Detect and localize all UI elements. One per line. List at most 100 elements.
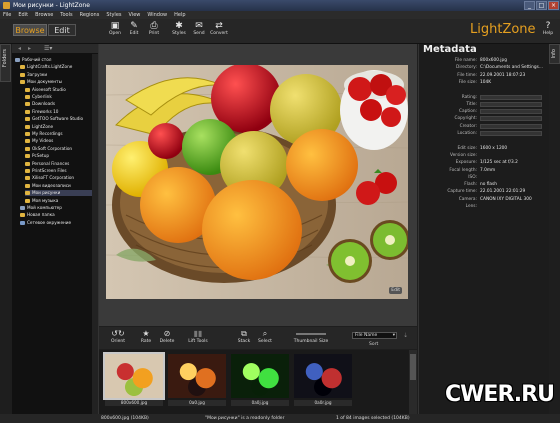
folder-item[interactable]: My Recordings — [25, 131, 92, 137]
metadata-input[interactable] — [480, 109, 542, 115]
metadata-input[interactable] — [480, 116, 542, 122]
minimize-button[interactable]: _ — [524, 1, 535, 10]
maximize-button[interactable]: □ — [536, 1, 547, 10]
scroll-thumb[interactable] — [410, 354, 416, 380]
folder-item[interactable]: PrintScreen Files — [25, 168, 92, 174]
menu-file[interactable]: File — [3, 12, 11, 18]
delete-button[interactable]: ⊘ Delete — [157, 329, 177, 345]
open-button[interactable]: ▣ Open — [105, 21, 125, 41]
thumbnail[interactable]: 0a0.jpg — [168, 354, 226, 410]
browse-mode-button[interactable]: Browse — [13, 24, 47, 36]
metadata-input[interactable] — [480, 94, 542, 100]
menu-styles[interactable]: Styles — [106, 12, 121, 18]
metadata-key: Lens: — [465, 204, 477, 209]
folder-label: Мой компьютер — [27, 205, 62, 210]
folder-item[interactable]: LightZone — [25, 124, 92, 130]
menu-window[interactable]: Window — [147, 12, 167, 18]
print-button[interactable]: ⎙ Print — [144, 21, 164, 41]
close-button[interactable]: × — [548, 1, 559, 10]
edit-mode-button[interactable]: Edit — [48, 24, 76, 36]
folder-item[interactable]: Aiseesoft Studio — [25, 87, 92, 93]
info-side-tab[interactable]: Info — [549, 44, 560, 64]
metadata-row: ISO: — [419, 175, 549, 181]
edit-badge[interactable]: Edit — [389, 287, 402, 294]
folder-label: Cyberlink — [32, 94, 52, 99]
folder-item[interactable]: GetTOO Software Studio — [25, 116, 92, 122]
folder-item[interactable]: Загрузки — [20, 72, 92, 78]
metadata-key: Directory: — [456, 65, 477, 71]
folder-label: Мои документы — [27, 79, 62, 85]
folder-label: PrintScreen Files — [32, 168, 67, 173]
folder-item[interactable]: XilisoFT Corporation — [25, 175, 92, 181]
metadata-row: Edit size: 1600 x 1200 — [419, 146, 549, 152]
folder-item[interactable]: Сетевое окружение — [20, 220, 92, 226]
folder-item[interactable]: Downloads — [25, 101, 92, 107]
edit-icon: ✎ — [130, 21, 138, 31]
select-icon: ⌕ — [262, 329, 268, 338]
computer-icon — [20, 206, 25, 210]
thumbnail-caption: 0a0r.jpg — [294, 400, 352, 406]
folder-item[interactable]: Рабочий стол — [15, 57, 92, 63]
folder-icon — [25, 161, 30, 166]
select-button[interactable]: ⌕ Select — [255, 329, 275, 345]
edit-button[interactable]: ✎ Edit — [124, 21, 144, 41]
folder-item[interactable]: LightCrafts.LightZone — [20, 64, 92, 70]
rate-button[interactable]: ★ Rate — [137, 329, 155, 345]
menu-view[interactable]: View — [129, 12, 141, 18]
folder-label: Моя музыка — [32, 197, 59, 203]
metadata-input[interactable] — [480, 123, 542, 129]
main-photo[interactable]: Edit — [106, 65, 408, 299]
folder-menu-icon[interactable]: ☰▾ — [44, 45, 52, 52]
metadata-key: ISO: — [468, 174, 477, 180]
menu-browse[interactable]: Browse — [35, 12, 53, 18]
menu-tools[interactable]: Tools — [60, 12, 72, 18]
folder-item[interactable]: Cyberlink — [25, 94, 92, 100]
metadata-input[interactable] — [480, 131, 542, 136]
thumbnail-size-slider[interactable] — [296, 332, 326, 335]
delete-icon: ⊘ — [163, 329, 171, 338]
sort-direction-icon[interactable]: ⇣ — [403, 332, 408, 339]
menu-regions[interactable]: Regions — [80, 12, 100, 18]
thumbnail[interactable]: 800x600.jpg — [103, 352, 165, 410]
lift-tools-button[interactable]: ▮▮ Lift Tools — [185, 329, 211, 345]
metadata-key: Location: — [457, 131, 477, 136]
folder-item[interactable]: Fireworks 10 — [25, 109, 92, 115]
convert-button[interactable]: ⇄ Convert — [209, 21, 229, 41]
folder-icon — [25, 176, 30, 181]
folder-item[interactable]: Мои рисунки — [25, 190, 92, 197]
folder-item[interactable]: Моя музыка — [25, 198, 92, 204]
thumbnail[interactable]: 0a0j.jpg — [231, 354, 289, 410]
help-button[interactable]: ? Help — [538, 21, 558, 41]
styles-button[interactable]: ✱ Styles — [169, 21, 189, 41]
folders-side-tab[interactable]: Folders — [0, 44, 11, 82]
metadata-panel: Metadata File name: 800x600.jpg Directory:… — [418, 44, 549, 414]
folder-item[interactable]: PcSetup — [25, 153, 92, 159]
metadata-key: File size: — [458, 79, 477, 85]
folder-item[interactable]: OkSoft Corporation — [25, 146, 92, 152]
forward-icon[interactable]: ▸ — [28, 45, 31, 52]
send-button[interactable]: ✉ Send — [189, 21, 209, 41]
folder-label: PcSetup — [32, 153, 50, 159]
stack-button[interactable]: ⧉ Stack — [235, 329, 253, 345]
folder-icon — [25, 95, 30, 99]
folder-item[interactable]: Мои видеозаписи — [25, 183, 92, 189]
menu-edit[interactable]: Edit — [18, 12, 28, 18]
folder-scrollbar[interactable] — [92, 54, 98, 414]
thumbnail-size-control[interactable]: Thumbnail Size — [289, 329, 333, 345]
folder-item[interactable]: Мои документы — [20, 79, 92, 85]
folder-item[interactable]: Мой компьютер — [20, 205, 92, 211]
print-icon: ⎙ — [150, 21, 158, 31]
sort-select[interactable]: File Name ▾ — [352, 332, 397, 339]
orient-button[interactable]: ↺↻ Orient — [107, 329, 129, 345]
folder-item[interactable]: Personal Finances — [25, 161, 92, 167]
metadata-input[interactable] — [480, 101, 542, 107]
thumbnail-image — [294, 354, 352, 398]
folder-item[interactable]: My Videos — [25, 138, 92, 144]
thumbnail[interactable]: 0a0r.jpg — [294, 354, 352, 410]
menu-help[interactable]: Help — [174, 12, 185, 18]
filmstrip-scrollbar[interactable] — [409, 350, 417, 414]
metadata-value: 22.01.2001 22:01:29 — [480, 189, 526, 195]
browse-controls: ↺↻ Orient ★ Rate ⊘ Delete ▮▮ Lift Tools ⧉ Sta… — [99, 327, 417, 349]
back-icon[interactable]: ◂ — [18, 45, 21, 52]
folder-item[interactable]: Новая папка — [20, 212, 92, 218]
